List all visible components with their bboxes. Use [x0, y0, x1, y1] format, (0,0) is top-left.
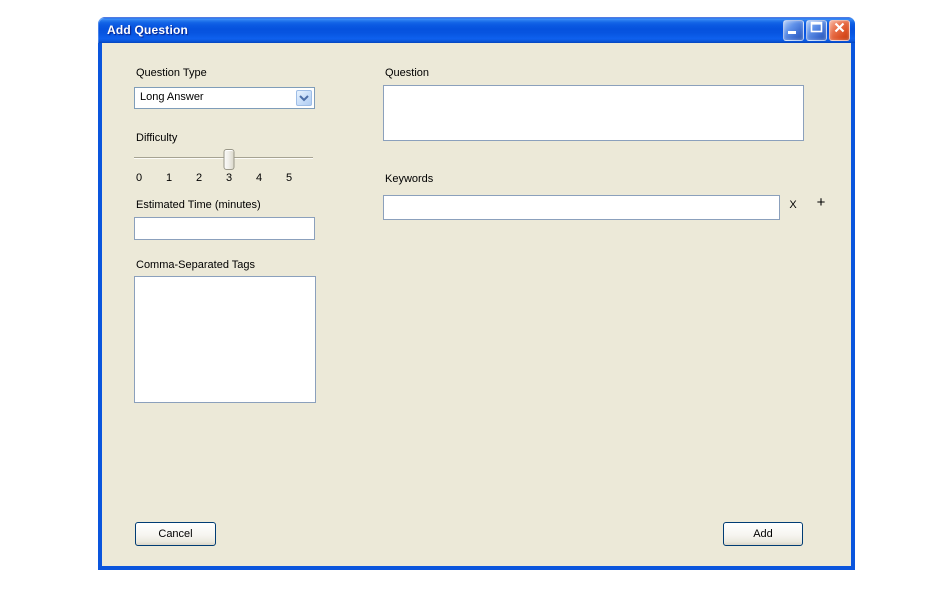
- question-type-value: Long Answer: [140, 91, 204, 103]
- tick-label-0: 0: [135, 172, 143, 184]
- add-button[interactable]: Add: [723, 522, 803, 546]
- keyword-remove-button[interactable]: X: [786, 199, 800, 211]
- keywords-label: Keywords: [385, 173, 434, 185]
- difficulty-tick-labels: 0 1 2 3 4 5: [134, 172, 294, 184]
- titlebar[interactable]: Add Question: [98, 17, 855, 43]
- tags-label: Comma-Separated Tags: [136, 259, 256, 271]
- estimated-time-label: Estimated Time (minutes): [136, 199, 261, 211]
- question-label: Question: [385, 67, 430, 79]
- window-title: Add Question: [107, 23, 189, 37]
- tick-label-4: 4: [255, 172, 263, 184]
- question-type-combobox[interactable]: Long Answer: [134, 87, 315, 109]
- estimated-time-input[interactable]: [134, 217, 315, 240]
- close-button[interactable]: [829, 18, 850, 42]
- tick-label-1: 1: [165, 172, 173, 184]
- difficulty-slider: [138, 149, 290, 170]
- maximize-button[interactable]: [806, 18, 827, 42]
- keywords-input[interactable]: [383, 195, 780, 220]
- minimize-icon: [784, 18, 803, 42]
- cancel-button[interactable]: Cancel: [135, 522, 216, 546]
- tick-label-2: 2: [195, 172, 203, 184]
- tick-label-5: 5: [285, 172, 293, 184]
- add-question-window: Add Question Question Type Long Answer D…: [98, 17, 855, 570]
- dialog-body: Question Type Long Answer Difficulty 0 1…: [102, 43, 851, 566]
- close-icon: [830, 18, 849, 42]
- maximize-icon: [807, 18, 826, 42]
- question-type-label: Question Type: [136, 67, 207, 79]
- tags-textarea[interactable]: [134, 276, 316, 403]
- minimize-button[interactable]: [783, 18, 804, 42]
- window-controls: [783, 18, 855, 42]
- difficulty-slider-thumb[interactable]: [223, 149, 235, 170]
- tick-label-3: 3: [225, 172, 233, 184]
- question-textarea[interactable]: [383, 85, 804, 141]
- chevron-down-icon: [299, 89, 309, 107]
- difficulty-label: Difficulty: [136, 132, 178, 144]
- keyword-add-button[interactable]: +: [813, 194, 829, 211]
- question-type-dropdown-button[interactable]: [296, 90, 312, 106]
